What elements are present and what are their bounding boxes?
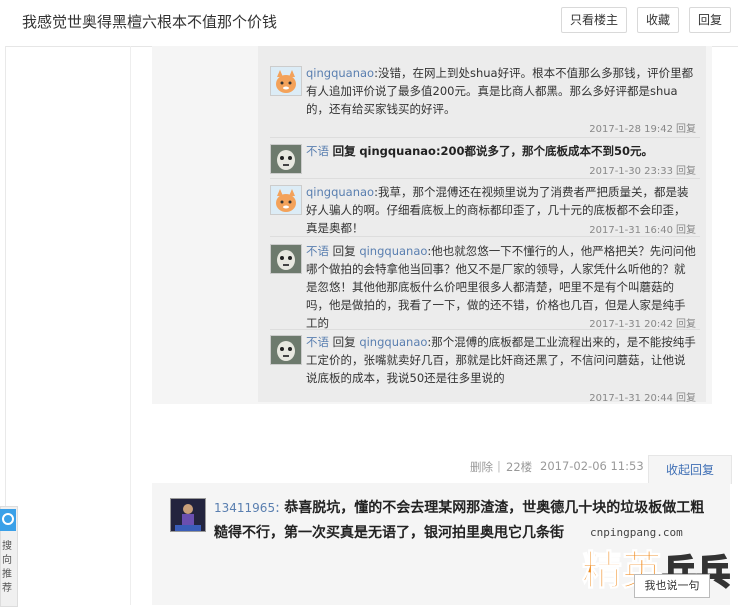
- page-title: 我感觉世奥得黑檀六根本不值那个价钱: [22, 13, 278, 31]
- cat-avatar-icon[interactable]: [270, 185, 302, 215]
- sub-reply-item: 不语 回复 qingquanao:他也就忽悠一下不懂行的人，他严格把关？先问问他…: [270, 242, 700, 330]
- only-op-button[interactable]: 只看楼主: [561, 7, 628, 33]
- face-avatar-icon[interactable]: [270, 144, 302, 174]
- me-too-reply-button[interactable]: 我也说一句: [634, 574, 710, 598]
- floor-username[interactable]: 13411965: [214, 501, 275, 515]
- divider: [270, 137, 700, 138]
- search-icon[interactable]: [0, 509, 16, 531]
- floor-number: 22楼: [506, 460, 533, 474]
- comment-reply-link[interactable]: 回复: [676, 225, 696, 236]
- title-bar: 我感觉世奥得黑檀六根本不值那个价钱 只看楼主 收藏 回复: [0, 0, 738, 47]
- sub-reply-item: qingquanao:我草，那个混傅还在视频里说为了消费者严把质量关，都是装好人…: [270, 183, 700, 236]
- divider: [270, 329, 700, 330]
- divider: [270, 236, 700, 237]
- comment-username[interactable]: qingquanao: [306, 66, 374, 80]
- favorite-button[interactable]: 收藏: [637, 7, 680, 33]
- sub-reply-item: qingquanao:没错，在网上到处shua好评。根本不值那么多那钱，评价里都…: [270, 64, 700, 135]
- comment-username[interactable]: qingquanao: [306, 185, 374, 199]
- delete-link[interactable]: 删除: [470, 459, 493, 475]
- comment-reply-link[interactable]: 回复: [676, 124, 696, 135]
- collapse-replies-button[interactable]: 收起回复: [648, 455, 732, 484]
- comment-reply-link[interactable]: 回复: [676, 166, 696, 177]
- comment-time: 2017-1-28 19:42: [589, 124, 673, 135]
- side-recommend-label: 搜向推荐: [2, 541, 12, 594]
- comment-username[interactable]: 不语: [306, 244, 329, 258]
- face-avatar-icon[interactable]: [270, 244, 302, 274]
- face-avatar-icon[interactable]: [270, 335, 302, 365]
- sub-reply-item: 不语 回复 qingquanao:200都说多了，那个底板成本不到50元。 20…: [270, 142, 700, 177]
- comment-username[interactable]: 不语: [306, 335, 329, 349]
- column-divider: [130, 46, 131, 605]
- comment-username[interactable]: 不语: [306, 144, 329, 158]
- reply-button[interactable]: 回复: [689, 7, 732, 33]
- sub-reply-item: 不语 回复 qingquanao:那个混傅的底板都是工业流程出来的，是不能按纯手…: [270, 333, 700, 404]
- divider: [270, 178, 700, 179]
- cat-avatar-icon[interactable]: [270, 66, 302, 96]
- user-avatar-icon[interactable]: [170, 498, 206, 532]
- comment-text: :200都说多了，那个底板成本不到50元。: [435, 144, 654, 158]
- comment-reply-link[interactable]: 回复: [676, 393, 696, 404]
- post-datetime: 2017-02-06 11:53: [540, 459, 644, 473]
